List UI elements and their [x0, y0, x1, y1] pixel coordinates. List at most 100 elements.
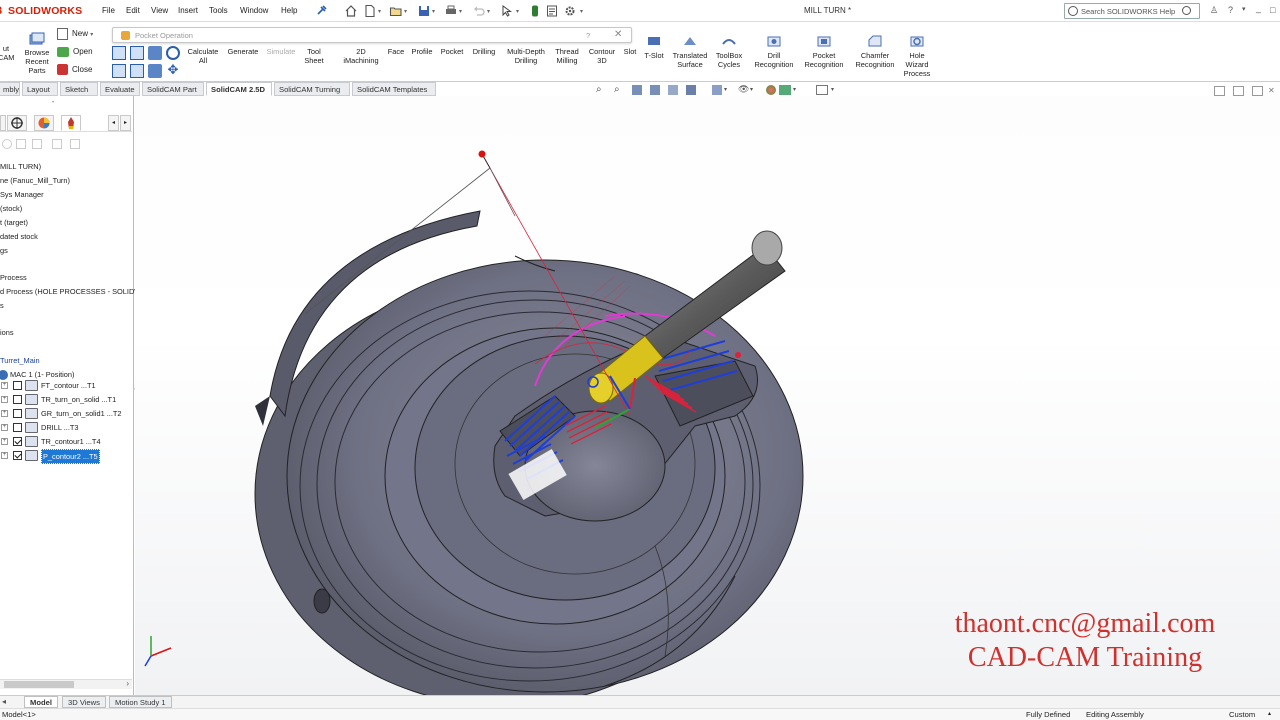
operation-label[interactable]: TR_turn_on_solid ...T1 [41, 393, 116, 406]
cube-op-icon[interactable] [148, 46, 162, 60]
tree-item-target[interactable]: t (target) [0, 217, 28, 229]
2d-op-icon[interactable] [112, 46, 126, 60]
chevron-down-icon[interactable]: ▾ [459, 8, 464, 15]
tab-motion-study[interactable]: Motion Study 1 [109, 696, 172, 708]
operation-label[interactable]: GR_turn_on_solid1 ...T2 [41, 407, 122, 420]
cad-model-view[interactable] [135, 96, 1280, 707]
pocket-recognition-button[interactable]: Pocket Recognition [800, 35, 848, 69]
chevron-down-icon[interactable]: ▾ [1242, 5, 1246, 13]
view-orientation-icon[interactable] [686, 85, 696, 95]
chevron-down-icon[interactable]: ▾ [516, 8, 521, 15]
mini-tool-icon[interactable] [32, 139, 42, 149]
tree-item-operations[interactable]: ions [0, 327, 14, 339]
menu-file[interactable]: File [102, 6, 115, 15]
tabs-scroll-icon[interactable]: ◂ [2, 697, 6, 706]
tab-evaluate[interactable]: Evaluate [100, 82, 140, 96]
tab-scroll-right-icon[interactable]: ▸ [120, 115, 131, 131]
tree-item-process[interactable]: Process [0, 272, 27, 284]
view-settings-icon[interactable] [816, 85, 828, 95]
tree-item-machine[interactable]: ne (Fanuc_Mill_Turn) [0, 175, 70, 187]
pin-icon[interactable] [314, 4, 328, 18]
operation-checkbox[interactable] [13, 437, 22, 446]
tree-item-cam-part[interactable]: MILL TURN) [0, 161, 41, 173]
tool-sheet-button[interactable]: Tool Sheet [300, 47, 328, 65]
panel-horizontal-scrollbar[interactable]: › [0, 679, 132, 689]
tree-item-coord-sys-manager[interactable]: Sys Manager [0, 189, 44, 201]
drilling-button[interactable]: Drilling [468, 47, 500, 56]
generate-button[interactable]: Generate [224, 47, 262, 56]
save-icon[interactable] [417, 4, 431, 18]
hole-wizard-process-button[interactable]: Hole Wizard Process [902, 35, 932, 78]
operation-checkbox[interactable] [13, 395, 22, 404]
viewport-tile-icon[interactable] [1252, 86, 1263, 96]
apply-scene-icon[interactable] [779, 85, 791, 95]
chevron-down-icon[interactable]: ▾ [90, 32, 93, 38]
mini-tool-icon[interactable] [16, 139, 26, 149]
tab-solidcam-turning[interactable]: SolidCAM Turning [274, 82, 350, 96]
chevron-down-icon[interactable]: ▾ [750, 86, 753, 93]
chevron-down-icon[interactable]: ▾ [487, 8, 492, 15]
block-op-icon[interactable] [148, 64, 162, 78]
tree-item-hole-process[interactable]: d Process (HOLE PROCESSES - SOLIDW [0, 286, 141, 298]
toolbox-cycles-button[interactable]: ToolBox Cycles [713, 35, 745, 69]
profile-button[interactable]: Profile [408, 47, 436, 56]
config-tab-icon[interactable] [0, 115, 6, 131]
mini-tool-icon[interactable] [52, 139, 62, 149]
tree-item-settings[interactable]: gs [0, 245, 8, 257]
face-button[interactable]: Face [384, 47, 408, 56]
stack-op-icon[interactable] [130, 64, 144, 78]
pocket-button[interactable]: Pocket [437, 47, 467, 56]
chevron-up-icon[interactable]: ▴ [1268, 710, 1271, 717]
solidcam-manager-tab-icon[interactable] [61, 115, 81, 131]
undo-icon[interactable] [472, 4, 486, 18]
tree-item-updated-stock[interactable]: dated stock [0, 231, 38, 243]
chamfer-recognition-button[interactable]: Chamfer Recognition [850, 35, 900, 69]
panel-handle[interactable]: • [52, 100, 54, 106]
chevron-down-icon[interactable]: ▾ [580, 8, 585, 15]
search-input[interactable]: Search SOLIDWORKS Help [1064, 3, 1200, 19]
operation-checkbox[interactable] [13, 451, 22, 460]
expand-icon[interactable]: + [1, 452, 8, 459]
minimize-icon[interactable]: _ [1256, 3, 1261, 13]
contour-3d-button[interactable]: Contour 3D [585, 47, 619, 65]
menu-tools[interactable]: Tools [209, 6, 228, 15]
display-style-icon[interactable] [712, 85, 722, 95]
restore-icon[interactable]: □ [1270, 5, 1275, 15]
traffic-light-icon[interactable] [528, 4, 542, 18]
tree-item-s[interactable]: s [0, 300, 4, 312]
open-folder-icon[interactable] [389, 4, 403, 18]
hide-show-items-icon[interactable]: 👁 [738, 84, 749, 95]
user-icon[interactable]: ♙ [1210, 5, 1218, 16]
operation-label[interactable]: P_contour2 ...T5 [41, 449, 100, 464]
operation-checkbox[interactable] [13, 381, 22, 390]
mini-tool-icon[interactable] [2, 139, 12, 149]
tree-item-turret-main[interactable]: Turret_Main [0, 355, 40, 367]
graphics-viewport[interactable]: thaont.cnc@gmail.com CAD-CAM Training [135, 96, 1280, 707]
expand-icon[interactable]: + [1, 410, 8, 417]
menu-window[interactable]: Window [240, 6, 268, 15]
scroll-thumb[interactable] [4, 681, 74, 688]
new-button[interactable]: New ▾ [57, 26, 93, 42]
menu-view[interactable]: View [151, 6, 168, 15]
help-icon[interactable]: ? [1228, 5, 1233, 15]
expand-icon[interactable]: + [1, 438, 8, 445]
frame-op-icon[interactable] [112, 64, 126, 78]
viewport-restore-icon[interactable] [1214, 86, 1225, 96]
calculate-all-button[interactable]: Calculate All [184, 47, 222, 65]
menu-help[interactable]: Help [281, 6, 297, 15]
tab-scroll-left-icon[interactable]: ◂ [108, 115, 119, 131]
circle-op-icon[interactable] [166, 46, 180, 60]
simulate-button[interactable]: Simulate [263, 47, 299, 56]
print-icon[interactable] [444, 4, 458, 18]
browse-recent-parts-button[interactable]: Browse Recent Parts [22, 32, 52, 75]
search-icon[interactable] [1182, 6, 1191, 15]
tree-item-stock[interactable]: (stock) [0, 203, 22, 215]
3d-op-icon[interactable] [130, 46, 144, 60]
expand-icon[interactable]: + [1, 424, 8, 431]
tab-solidcam-25d[interactable]: SolidCAM 2.5D [206, 82, 272, 96]
chevron-down-icon[interactable]: ▾ [432, 8, 437, 15]
chevron-down-icon[interactable]: ▾ [724, 86, 727, 93]
popup-close-icon[interactable]: ✕ [614, 29, 622, 40]
previous-view-icon[interactable] [632, 85, 642, 95]
menu-insert[interactable]: Insert [178, 6, 198, 15]
